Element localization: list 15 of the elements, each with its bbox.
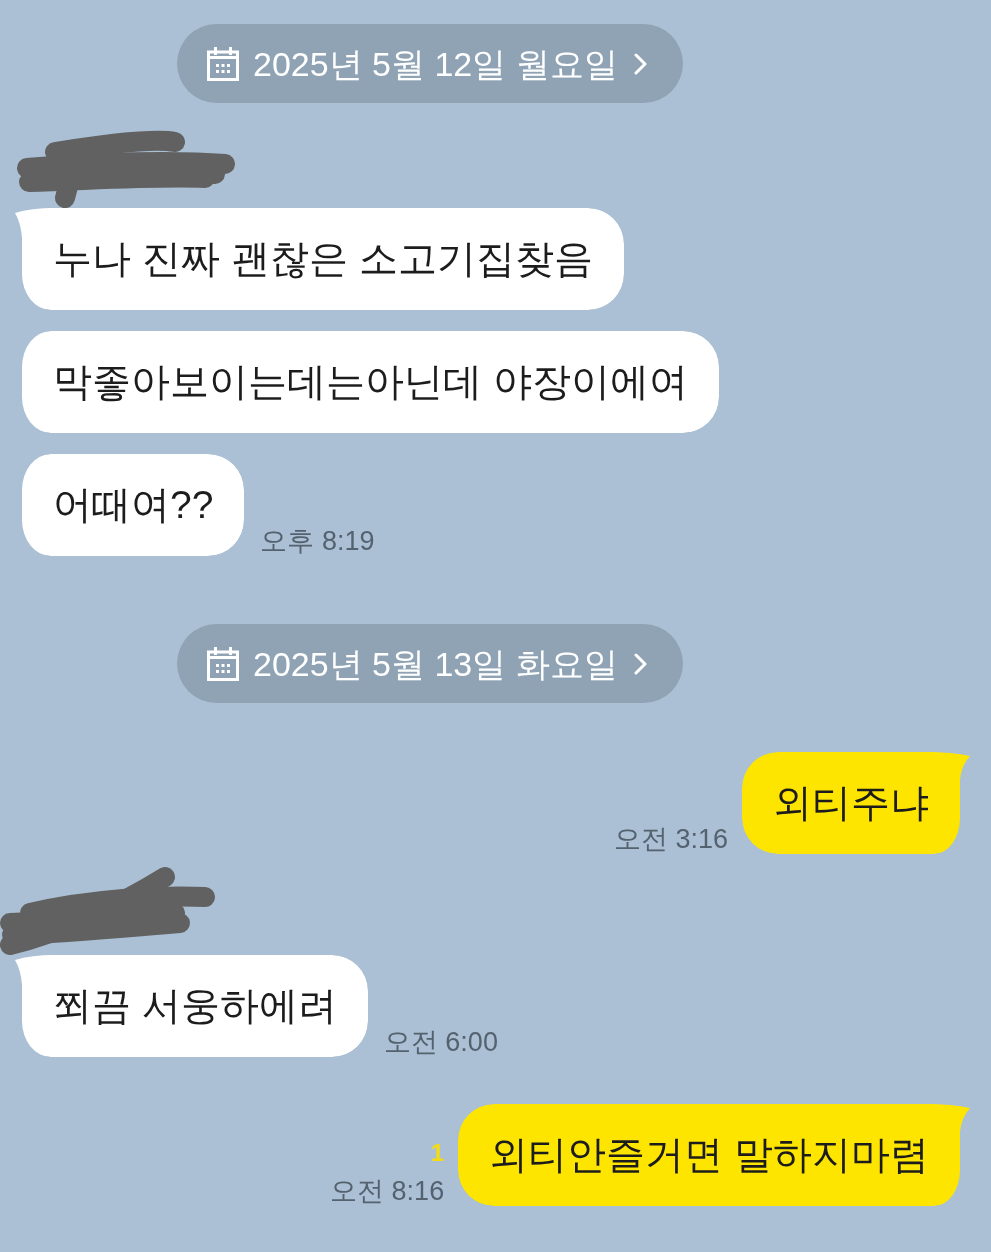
message-bubble: 외티안즐거면 말하지마렴 xyxy=(458,1104,970,1206)
message-time: 오전 6:00 xyxy=(383,1027,498,1057)
message-bubble: 외티주냐 xyxy=(742,752,970,854)
message-bubble: 쬐끔 서웅하에려 xyxy=(15,955,368,1057)
date-divider[interactable]: 2025년 5월 12일 월요일 xyxy=(177,24,683,103)
chevron-right-icon xyxy=(633,652,647,675)
message-time: 오전 3:16 xyxy=(613,824,728,854)
message-time: 오전 8:16 xyxy=(330,1176,445,1206)
calendar-icon xyxy=(207,46,239,81)
calendar-icon xyxy=(207,646,239,681)
chevron-right-icon xyxy=(633,52,647,75)
message-bubble: 누나 진짜 괜찮은 소고기집찾음 xyxy=(15,208,624,310)
message-time: 오후 8:19 xyxy=(260,526,375,556)
date-divider[interactable]: 2025년 5월 13일 화요일 xyxy=(177,624,683,703)
unread-count: 1 xyxy=(430,1140,445,1166)
